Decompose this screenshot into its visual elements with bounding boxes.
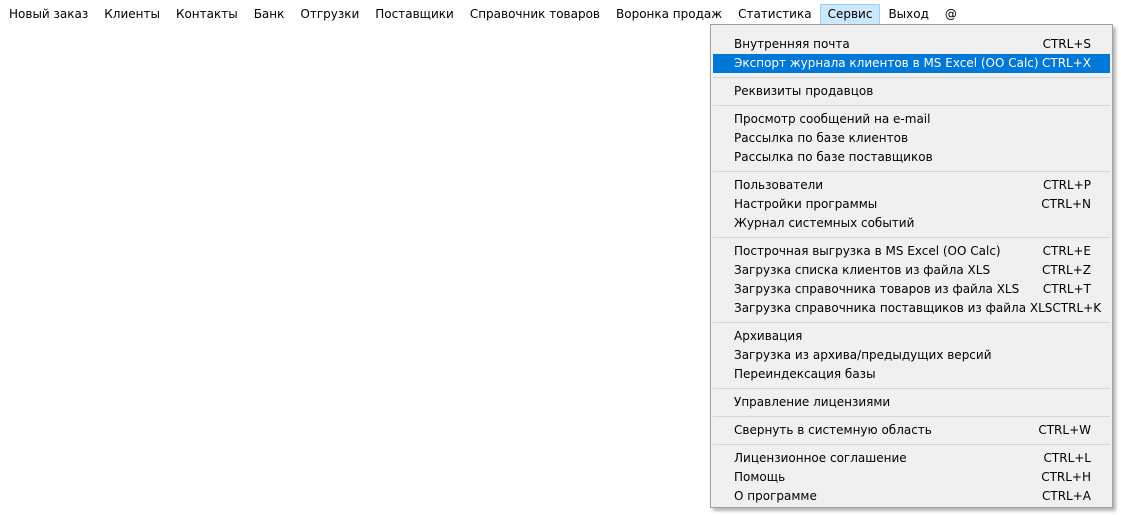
menu-item-export-client-journal[interactable]: Экспорт журнала клиентов в MS Excel (OO … [713, 54, 1110, 73]
menu-item-import-products-xls[interactable]: Загрузка справочника товаров из файла XL… [713, 280, 1110, 299]
menu-item-system-log[interactable]: Журнал системных событий [713, 214, 1110, 233]
menu-item-import-clients-xls[interactable]: Загрузка списка клиентов из файла XLS CT… [713, 261, 1110, 280]
menu-separator [711, 318, 1112, 327]
menu-item-shortcut: CTRL+X [1041, 56, 1091, 70]
menu-separator [711, 233, 1112, 242]
menu-item-label: Загрузка справочника товаров из файла XL… [734, 282, 1020, 296]
menu-item-about[interactable]: О программе CTRL+A [713, 487, 1110, 506]
menu-item-row-export-excel[interactable]: Построчная выгрузка в MS Excel (OO Calc)… [713, 242, 1110, 261]
menu-item-load-from-archive[interactable]: Загрузка из архива/предыдущих версий [713, 346, 1110, 365]
menu-item-license-agreement[interactable]: Лицензионное соглашение CTRL+L [713, 449, 1110, 468]
menu-item-label: Журнал системных событий [734, 216, 915, 230]
menu-item-shortcut: CTRL+E [1042, 244, 1091, 258]
menu-item-import-suppliers-xls[interactable]: Загрузка справочника поставщиков из файл… [713, 299, 1110, 318]
menu-item-label: Построчная выгрузка в MS Excel (OO Calc) [734, 244, 1001, 258]
menu-separator [711, 167, 1112, 176]
menu-contacts[interactable]: Контакты [168, 4, 246, 25]
menu-item-seller-details[interactable]: Реквизиты продавцов [713, 82, 1110, 101]
menu-item-help[interactable]: Помощь CTRL+H [713, 468, 1110, 487]
menu-separator [711, 440, 1112, 449]
menu-top-padding [711, 25, 1112, 35]
menu-item-label: Управление лицензиями [734, 395, 891, 409]
menu-item-label: Пользователи [734, 178, 824, 192]
menu-item-archiving[interactable]: Архивация [713, 327, 1110, 346]
menu-bar: Новый заказ Клиенты Контакты Банк Отгруз… [0, 4, 965, 25]
menu-separator [711, 101, 1112, 110]
menu-item-shortcut: CTRL+H [1041, 470, 1091, 484]
menu-item-mailing-clients[interactable]: Рассылка по базе клиентов [713, 129, 1110, 148]
menu-item-shortcut: CTRL+S [1042, 37, 1091, 51]
menu-item-shortcut: CTRL+N [1041, 197, 1091, 211]
menu-item-internal-mail[interactable]: Внутренняя почта CTRL+S [713, 35, 1110, 54]
menu-sales-funnel[interactable]: Воронка продаж [608, 4, 730, 25]
menu-item-shortcut: CTRL+A [1042, 489, 1091, 503]
menu-item-label: Рассылка по базе клиентов [734, 131, 909, 145]
menu-item-label: Переиндексация базы [734, 367, 876, 381]
menu-separator [711, 73, 1112, 82]
menu-item-users[interactable]: Пользователи CTRL+P [713, 176, 1110, 195]
menu-item-label: Загрузка справочника поставщиков из файл… [734, 301, 1053, 315]
menu-item-label: Просмотр сообщений на e-mail [734, 112, 931, 126]
menu-item-shortcut: CTRL+Z [1041, 263, 1091, 277]
menu-item-label: Архивация [734, 329, 803, 343]
menu-item-label: Внутренняя почта [734, 37, 850, 51]
menu-item-shortcut: CTRL+W [1038, 423, 1091, 437]
menu-item-license-management[interactable]: Управление лицензиями [713, 393, 1110, 412]
menu-item-label: Загрузка списка клиентов из файла XLS [734, 263, 991, 277]
menu-separator [711, 384, 1112, 393]
menu-item-label: Настройки программы [734, 197, 878, 211]
menu-item-program-settings[interactable]: Настройки программы CTRL+N [713, 195, 1110, 214]
menu-item-mailing-suppliers[interactable]: Рассылка по базе поставщиков [713, 148, 1110, 167]
menu-separator [711, 412, 1112, 421]
menu-item-label: Экспорт журнала клиентов в MS Excel (OO … [734, 56, 1039, 70]
menu-item-minimize-to-tray[interactable]: Свернуть в системную область CTRL+W [713, 421, 1110, 440]
menu-item-label: О программе [734, 489, 817, 503]
menu-exit[interactable]: Выход [880, 4, 936, 25]
menu-item-view-email[interactable]: Просмотр сообщений на e-mail [713, 110, 1110, 129]
menu-item-label: Помощь [734, 470, 786, 484]
menu-product-catalog[interactable]: Справочник товаров [462, 4, 608, 25]
menu-item-label: Реквизиты продавцов [734, 84, 874, 98]
menu-statistics[interactable]: Статистика [730, 4, 820, 25]
menu-new-order[interactable]: Новый заказ [1, 4, 96, 25]
menu-service[interactable]: Сервис [819, 4, 881, 25]
menu-bank[interactable]: Банк [246, 4, 293, 25]
menu-clients[interactable]: Клиенты [96, 4, 168, 25]
menu-suppliers[interactable]: Поставщики [367, 4, 462, 25]
menu-email-at[interactable]: @ [937, 4, 965, 25]
menu-item-shortcut: CTRL+T [1042, 282, 1091, 296]
menu-item-label: Лицензионное соглашение [734, 451, 907, 465]
menu-item-label: Свернуть в системную область [734, 423, 932, 437]
menu-item-shortcut: CTRL+K [1052, 301, 1102, 315]
menu-item-label: Рассылка по базе поставщиков [734, 150, 933, 164]
menu-item-shortcut: CTRL+L [1043, 451, 1091, 465]
menu-item-shortcut: CTRL+P [1042, 178, 1091, 192]
menu-shipments[interactable]: Отгрузки [292, 4, 367, 25]
menu-item-label: Загрузка из архива/предыдущих версий [734, 348, 992, 362]
menu-item-reindex-database[interactable]: Переиндексация базы [713, 365, 1110, 384]
service-dropdown-menu: Внутренняя почта CTRL+S Экспорт журнала … [710, 24, 1113, 508]
